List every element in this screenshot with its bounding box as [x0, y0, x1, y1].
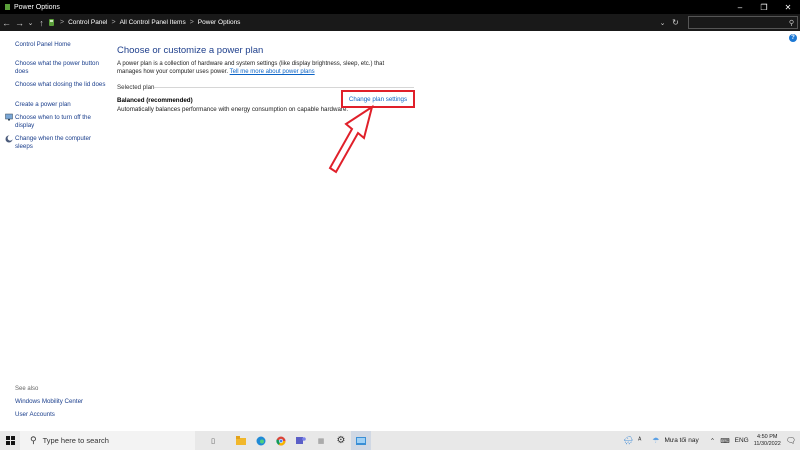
app-grid-icon[interactable]: ▦: [311, 431, 331, 450]
create-power-plan-link[interactable]: Create a power plan: [15, 101, 107, 109]
left-pane: Control Panel Home Choose what the power…: [0, 31, 110, 431]
see-also-heading: See also: [15, 386, 39, 392]
clock-time: 4:50 PM: [757, 433, 778, 440]
chevron-up-icon[interactable]: ⌃: [710, 437, 715, 445]
windows-logo-icon: [5, 436, 15, 445]
clock-date: 11/30/2022: [753, 440, 781, 447]
control-panel-taskbar-icon[interactable]: [351, 431, 371, 450]
maximize-button[interactable]: ❐: [752, 0, 776, 14]
change-plan-settings-link[interactable]: Change plan settings: [349, 96, 407, 103]
system-tray: 🌧 ᴬ ☂ Mưa tối nay ⌃ ⌨ ENG 4:50 PM 11/30/…: [623, 434, 800, 448]
keyboard-icon[interactable]: ⌨: [720, 437, 729, 445]
minimize-button[interactable]: –: [728, 0, 752, 14]
refresh-icon[interactable]: ↻: [669, 14, 682, 31]
teams-icon[interactable]: [291, 431, 311, 450]
title-bar: Power Options – ❐ ✕: [0, 0, 800, 14]
plan-description: Automatically balances performance with …: [117, 106, 349, 113]
page-title: Choose or customize a power plan: [117, 45, 264, 56]
breadcrumb-separator: >: [189, 19, 194, 26]
breadcrumb-all-items[interactable]: All Control Panel Items: [120, 19, 186, 26]
user-accounts-link[interactable]: User Accounts: [15, 411, 107, 419]
display-icon: [5, 113, 13, 121]
power-options-icon: [3, 3, 11, 11]
control-panel-home-link[interactable]: Control Panel Home: [15, 41, 107, 49]
power-button-link[interactable]: Choose what the power button does: [15, 60, 107, 76]
intro-text: A power plan is a collection of hardware…: [117, 60, 407, 76]
language-indicator[interactable]: ENG: [735, 437, 749, 444]
chrome-icon[interactable]: [271, 431, 291, 450]
forward-arrow-icon[interactable]: →: [13, 14, 26, 31]
weather-label[interactable]: Mưa tối nay: [664, 437, 698, 444]
turn-off-display-link[interactable]: Choose when to turn off the display: [15, 114, 107, 130]
search-icon: ⚲: [788, 19, 794, 27]
location-icon: [48, 18, 56, 28]
divider: [154, 87, 414, 88]
screen: Power Options – ❐ ✕ ← → ⌄ ↑ > Control Pa…: [0, 0, 800, 450]
tell-me-more-link[interactable]: Tell me more about power plans: [230, 69, 315, 75]
notification-icon[interactable]: 🗨: [786, 436, 796, 445]
closing-lid-link[interactable]: Choose what closing the lid does: [15, 81, 107, 89]
file-explorer-icon[interactable]: [231, 431, 251, 450]
taskbar-search-placeholder: Type here to search: [42, 436, 109, 445]
close-button[interactable]: ✕: [776, 0, 800, 14]
main-content: ? Choose or customize a power plan A pow…: [117, 31, 797, 431]
taskbar: ⚲ Type here to search ▯ ▦ ⚙ 🌧 ᴬ ☂ Mưa tố…: [0, 431, 800, 450]
start-button[interactable]: [0, 431, 20, 450]
window-title: Power Options: [14, 3, 60, 11]
moon-sleep-icon: [5, 135, 13, 143]
plan-name: Balanced (recommended): [117, 97, 193, 104]
weather-icon[interactable]: 🌧: [623, 436, 633, 445]
selected-plan-label: Selected plan: [117, 84, 155, 91]
address-bar: ← → ⌄ ↑ > Control Panel > All Control Pa…: [0, 14, 800, 31]
search-input[interactable]: ⚲: [688, 16, 798, 29]
recent-chevron-icon[interactable]: ⌄: [26, 14, 35, 31]
address-dropdown-icon[interactable]: ⌄: [656, 14, 669, 31]
computer-sleeps-link[interactable]: Change when the computer sleeps: [15, 135, 107, 151]
help-icon[interactable]: ?: [789, 34, 797, 42]
settings-gear-icon[interactable]: ⚙: [331, 431, 351, 450]
search-icon: ⚲: [30, 435, 37, 445]
people-icon[interactable]: ᴬ: [638, 437, 641, 444]
breadcrumb-separator: >: [60, 19, 65, 26]
rain-icon[interactable]: ☂: [652, 436, 659, 445]
taskbar-search-input[interactable]: ⚲ Type here to search: [20, 431, 195, 450]
back-arrow-icon[interactable]: ←: [0, 14, 13, 31]
breadcrumb: > Control Panel > All Control Panel Item…: [60, 19, 240, 26]
edge-browser-icon[interactable]: [251, 431, 271, 450]
mobility-center-link[interactable]: Windows Mobility Center: [15, 398, 107, 406]
breadcrumb-power-options[interactable]: Power Options: [198, 19, 241, 26]
breadcrumb-separator: >: [111, 19, 116, 26]
annotation-arrow-icon: [328, 104, 374, 174]
breadcrumb-control-panel[interactable]: Control Panel: [68, 19, 107, 26]
up-arrow-icon[interactable]: ↑: [35, 14, 48, 31]
clock[interactable]: 4:50 PM 11/30/2022: [754, 434, 781, 448]
task-view-icon[interactable]: ▯: [195, 431, 231, 450]
